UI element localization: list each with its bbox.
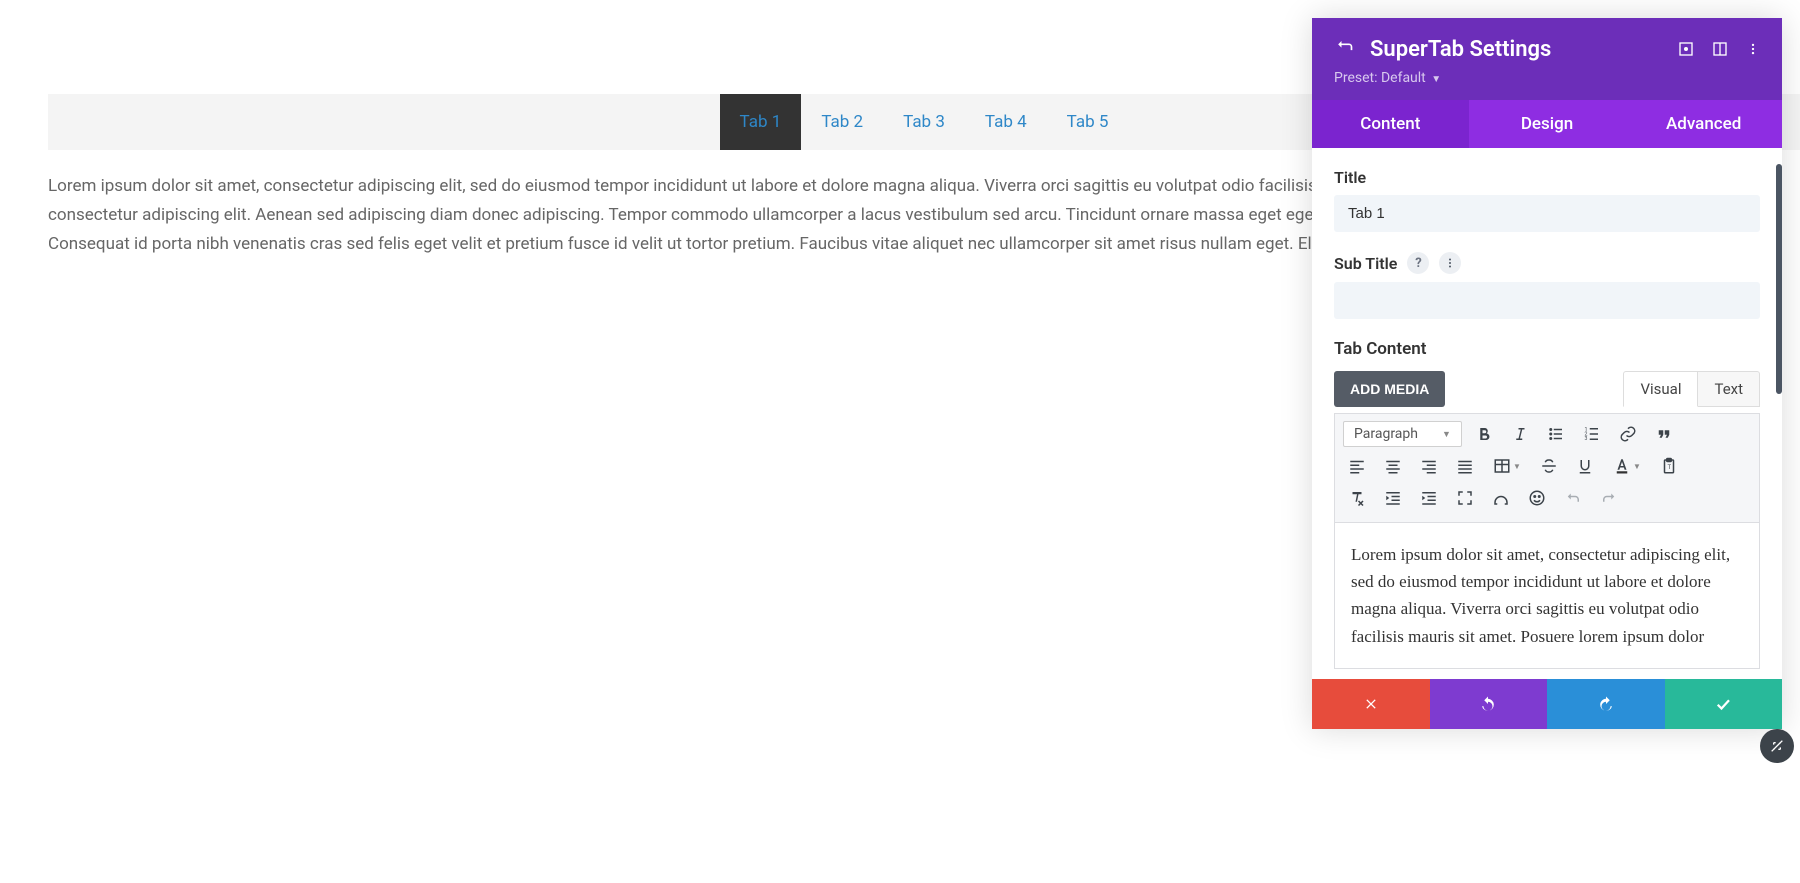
caret-down-icon: ▼ xyxy=(1442,429,1451,440)
save-button[interactable] xyxy=(1665,679,1783,729)
subtitle-input[interactable] xyxy=(1334,282,1760,319)
outdent-icon[interactable] xyxy=(1379,484,1407,512)
svg-text:T: T xyxy=(1668,464,1672,471)
scrollbar-thumb[interactable] xyxy=(1776,164,1782,394)
align-right-icon[interactable] xyxy=(1415,452,1443,480)
panel-body: Title Sub Title ? Tab Content ADD MEDIA … xyxy=(1312,148,1782,679)
panel-header: SuperTab Settings Preset: Default ▼ xyxy=(1312,18,1782,100)
editor-mode-text[interactable]: Text xyxy=(1698,371,1760,407)
caret-down-icon: ▼ xyxy=(1431,74,1441,85)
format-select-value: Paragraph xyxy=(1354,426,1418,442)
panel-tabs: Content Design Advanced xyxy=(1312,100,1782,148)
paste-text-icon[interactable]: T xyxy=(1655,452,1683,480)
underline-icon[interactable] xyxy=(1571,452,1599,480)
help-icon[interactable]: ? xyxy=(1407,252,1429,274)
align-justify-icon[interactable] xyxy=(1451,452,1479,480)
back-icon[interactable] xyxy=(1334,36,1354,62)
tab-1[interactable]: Tab 1 xyxy=(720,94,802,150)
field-more-icon[interactable] xyxy=(1439,252,1461,274)
align-center-icon[interactable] xyxy=(1379,452,1407,480)
undo-button[interactable] xyxy=(1430,679,1548,729)
emoji-icon[interactable] xyxy=(1523,484,1551,512)
preset-selector[interactable]: Preset: Default ▼ xyxy=(1334,70,1760,86)
preset-label: Preset: Default xyxy=(1334,70,1426,86)
text-color-icon[interactable]: ▼ xyxy=(1607,452,1647,480)
panel-tab-design[interactable]: Design xyxy=(1469,100,1626,148)
tab-5[interactable]: Tab 5 xyxy=(1047,94,1129,150)
numbered-list-icon[interactable]: 123 xyxy=(1578,420,1606,448)
panel-title: SuperTab Settings xyxy=(1370,37,1678,62)
blockquote-icon[interactable] xyxy=(1650,420,1678,448)
tab-4[interactable]: Tab 4 xyxy=(965,94,1047,150)
indent-icon[interactable] xyxy=(1415,484,1443,512)
table-icon[interactable]: ▼ xyxy=(1487,452,1527,480)
align-left-icon[interactable] xyxy=(1343,452,1371,480)
format-select[interactable]: Paragraph ▼ xyxy=(1343,421,1462,447)
expand-icon[interactable] xyxy=(1678,41,1694,57)
editor-mode-visual[interactable]: Visual xyxy=(1623,371,1698,407)
link-icon[interactable] xyxy=(1614,420,1642,448)
strikethrough-icon[interactable] xyxy=(1535,452,1563,480)
panel-tab-advanced[interactable]: Advanced xyxy=(1625,100,1782,148)
undo-icon[interactable] xyxy=(1559,484,1587,512)
bold-icon[interactable] xyxy=(1470,420,1498,448)
layout-icon[interactable] xyxy=(1712,41,1728,57)
fullscreen-icon[interactable] xyxy=(1451,484,1479,512)
subtitle-label: Sub Title xyxy=(1334,254,1397,273)
title-label: Title xyxy=(1334,168,1760,187)
settings-panel: SuperTab Settings Preset: Default ▼ Cont… xyxy=(1312,18,1782,729)
panel-footer xyxy=(1312,679,1782,729)
resize-handle[interactable] xyxy=(1760,729,1794,763)
tab-2[interactable]: Tab 2 xyxy=(801,94,883,150)
add-media-button[interactable]: ADD MEDIA xyxy=(1334,371,1445,407)
more-icon[interactable] xyxy=(1746,41,1760,57)
editor-content[interactable]: Lorem ipsum dolor sit amet, consectetur … xyxy=(1334,523,1760,669)
svg-text:3: 3 xyxy=(1584,436,1587,442)
title-input[interactable] xyxy=(1334,195,1760,232)
editor-toolbar: Paragraph ▼ 123 ▼ ▼ T xyxy=(1334,413,1760,523)
panel-tab-content[interactable]: Content xyxy=(1312,100,1469,148)
redo-button[interactable] xyxy=(1547,679,1665,729)
italic-icon[interactable] xyxy=(1506,420,1534,448)
tab-3[interactable]: Tab 3 xyxy=(883,94,965,150)
tab-content-label: Tab Content xyxy=(1334,339,1760,359)
clear-formatting-icon[interactable] xyxy=(1343,484,1371,512)
cancel-button[interactable] xyxy=(1312,679,1430,729)
redo-icon[interactable] xyxy=(1595,484,1623,512)
bulleted-list-icon[interactable] xyxy=(1542,420,1570,448)
special-char-icon[interactable] xyxy=(1487,484,1515,512)
